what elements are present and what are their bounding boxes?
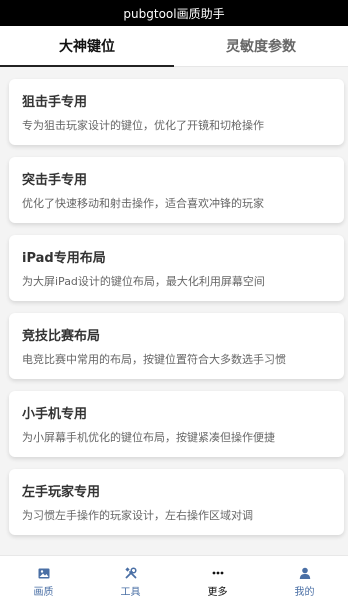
image-icon: [37, 566, 51, 580]
nav-label: 工具: [120, 587, 141, 598]
more-icon: [211, 566, 225, 580]
layout-card-ipad[interactable]: iPad专用布局 为大屏iPad设计的键位布局，最大化利用屏幕空间: [9, 235, 344, 301]
nav-label: 更多: [207, 587, 228, 598]
bottom-nav: 画质 工具 更多 我的: [0, 555, 348, 608]
layout-card-small-phone[interactable]: 小手机专用 为小屏幕手机优化的键位布局，按键紧凑但操作便捷: [9, 391, 344, 457]
card-title: 小手机专用: [22, 407, 88, 422]
tab-label: 灵敏度参数: [226, 39, 296, 55]
tab-pro-keybinds[interactable]: 大神键位: [0, 26, 174, 67]
card-title: 狙击手专用: [22, 95, 88, 110]
layout-card-left-hand[interactable]: 左手玩家专用 为习惯左手操作的玩家设计，左右操作区域对调: [9, 469, 344, 535]
card-title: 竞技比赛布局: [22, 329, 101, 344]
nav-label: 我的: [294, 587, 315, 598]
tools-icon: [124, 566, 138, 580]
card-title: 突击手专用: [22, 173, 88, 188]
card-title: 左手玩家专用: [22, 485, 101, 500]
tab-bar: 大神键位 灵敏度参数: [0, 26, 348, 67]
card-description: 为大屏iPad设计的键位布局，最大化利用屏幕空间: [22, 275, 265, 288]
tab-label: 大神键位: [59, 39, 115, 55]
nav-label: 画质: [33, 587, 54, 598]
card-description: 优化了快速移动和射击操作，适合喜欢冲锋的玩家: [22, 197, 264, 210]
card-description: 为习惯左手操作的玩家设计，左右操作区域对调: [22, 509, 253, 522]
layout-card-sniper[interactable]: 狙击手专用 专为狙击玩家设计的键位，优化了开镜和切枪操作: [9, 79, 344, 145]
nav-item-more[interactable]: 更多: [174, 556, 261, 608]
card-description: 为小屏幕手机优化的键位布局，按键紧凑但操作便捷: [22, 431, 275, 444]
layout-card-assault[interactable]: 突击手专用 优化了快速移动和射击操作，适合喜欢冲锋的玩家: [9, 157, 344, 223]
card-description: 电竞比赛中常用的布局，按键位置符合大多数选手习惯: [22, 353, 286, 366]
layout-list[interactable]: 狙击手专用 专为狙击玩家设计的键位，优化了开镜和切枪操作 突击手专用 优化了快速…: [0, 67, 348, 555]
tab-sensitivity[interactable]: 灵敏度参数: [174, 26, 348, 66]
nav-item-quality[interactable]: 画质: [0, 556, 87, 608]
card-description: 专为狙击玩家设计的键位，优化了开镜和切枪操作: [22, 119, 264, 132]
card-title: iPad专用布局: [22, 251, 106, 266]
user-icon: [298, 566, 312, 580]
layout-card-competitive[interactable]: 竞技比赛布局 电竞比赛中常用的布局，按键位置符合大多数选手习惯: [9, 313, 344, 379]
app-title: pubgtool画质助手: [123, 6, 225, 21]
nav-item-tools[interactable]: 工具: [87, 556, 174, 608]
status-bar: pubgtool画质助手: [0, 0, 348, 26]
nav-item-profile[interactable]: 我的: [261, 556, 348, 608]
